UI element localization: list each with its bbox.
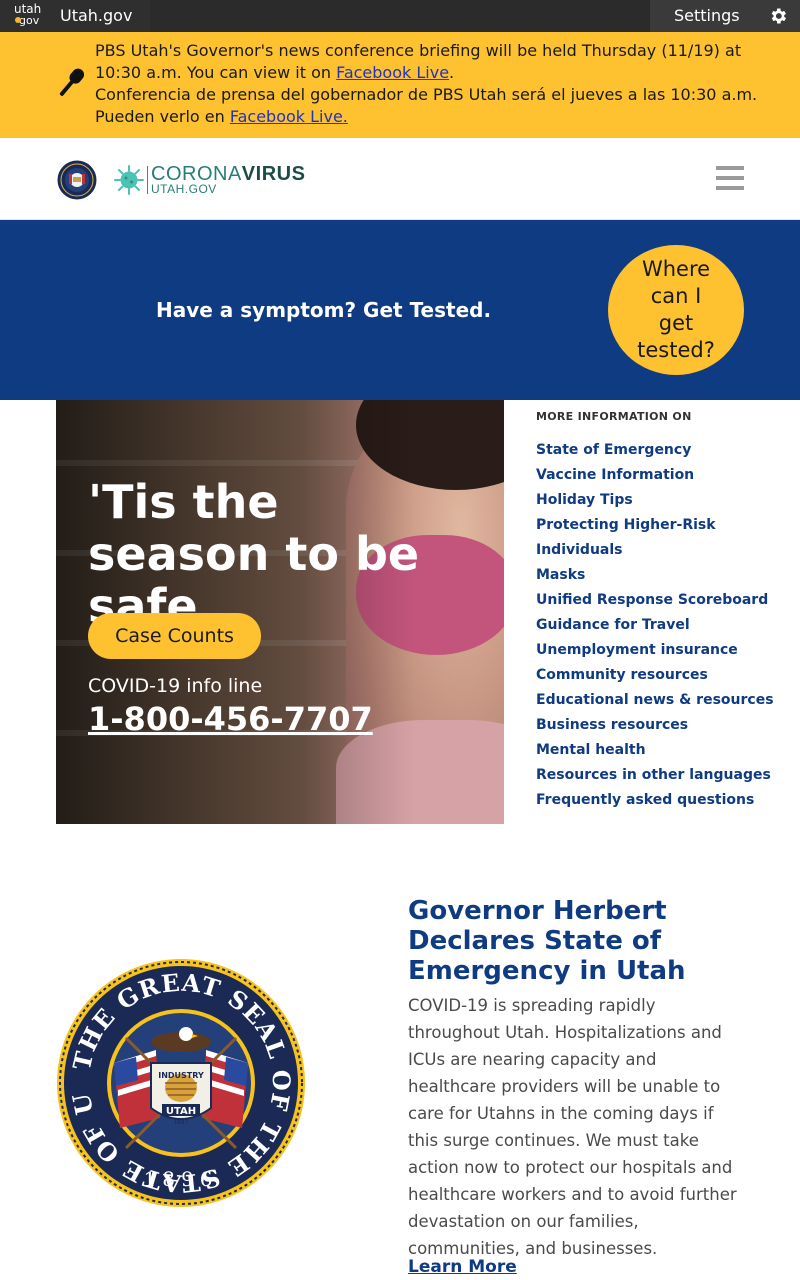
more-info-link[interactable]: Community resources [536,663,786,688]
where-get-tested-button[interactable]: Where can I get tested? [608,245,744,375]
symptom-text: Have a symptom? Get Tested. [156,298,492,322]
seal-state: UTAH [166,1106,196,1117]
logo-dot-icon [15,17,21,23]
more-info-link[interactable]: Masks [536,563,786,588]
hamburger-menu-icon[interactable] [716,166,744,190]
brand-subtitle: UTAH.GOV [151,182,217,196]
seal-industry: INDUSTRY [158,1071,204,1080]
alert-en-suffix: . [449,63,455,82]
case-counts-button[interactable]: Case Counts [88,613,261,659]
more-info-link[interactable]: Guidance for Travel [536,613,786,638]
utah-gov-link[interactable]: Utah.gov [60,6,132,25]
microphone-icon [59,68,85,96]
alert-message: PBS Utah's Governor's news conference br… [95,40,785,128]
settings-label[interactable]: Settings [674,6,740,25]
more-info-link[interactable]: Frequently asked questions [536,788,786,813]
coronavirus-icon [114,165,144,195]
more-info-link[interactable]: State of Emergency [536,438,786,463]
top-utility-bar: utah gov Utah.gov Settings [0,0,800,32]
alert-text-es: Conferencia de prensa del gobernador de … [95,85,758,126]
more-info-list: State of Emergency Vaccine Information H… [536,438,786,813]
learn-more-link[interactable]: Learn More [408,1257,517,1277]
hero-title: 'Tis the season to be safe [88,475,420,633]
more-info-link[interactable]: Protecting Higher-Risk Individuals [536,513,786,563]
utah-gov-logo[interactable]: utah gov [14,3,44,28]
facebook-live-link-es[interactable]: Facebook Live. [230,107,348,126]
more-info-heading: MORE INFORMATION ON [536,410,692,423]
more-info-link[interactable]: Holiday Tips [536,488,786,513]
facebook-live-link-en[interactable]: Facebook Live [336,63,449,82]
more-info-link[interactable]: Resources in other languages [536,763,786,788]
more-info-link[interactable]: Mental health [536,738,786,763]
seal-year: 1896 [144,1167,219,1191]
brand-virus-text: VIRUS [241,163,306,185]
more-info-link[interactable]: Educational news & resources [536,688,786,713]
more-info-link[interactable]: Unified Response Scoreboard [536,588,786,613]
more-info-link[interactable]: Business resources [536,713,786,738]
great-seal-of-utah-image: THE GREAT SEAL OF THE STATE OF UTAH 1896… [56,958,305,1207]
news-title[interactable]: Governor Herbert Declares State of Emerg… [408,896,748,986]
info-line-phone-link[interactable]: 1-800-456-7707 [88,700,373,738]
seal-founded: 1847 [173,1119,188,1126]
more-info-link[interactable]: Unemployment insurance [536,638,786,663]
utah-seal-icon[interactable] [57,160,97,200]
info-line-label: COVID-19 info line [88,675,263,697]
gear-icon[interactable] [768,6,788,26]
brand-divider [147,166,148,194]
news-body: COVID-19 is spreading rapidly throughout… [408,996,737,1258]
more-info-link[interactable]: Vaccine Information [536,463,786,488]
